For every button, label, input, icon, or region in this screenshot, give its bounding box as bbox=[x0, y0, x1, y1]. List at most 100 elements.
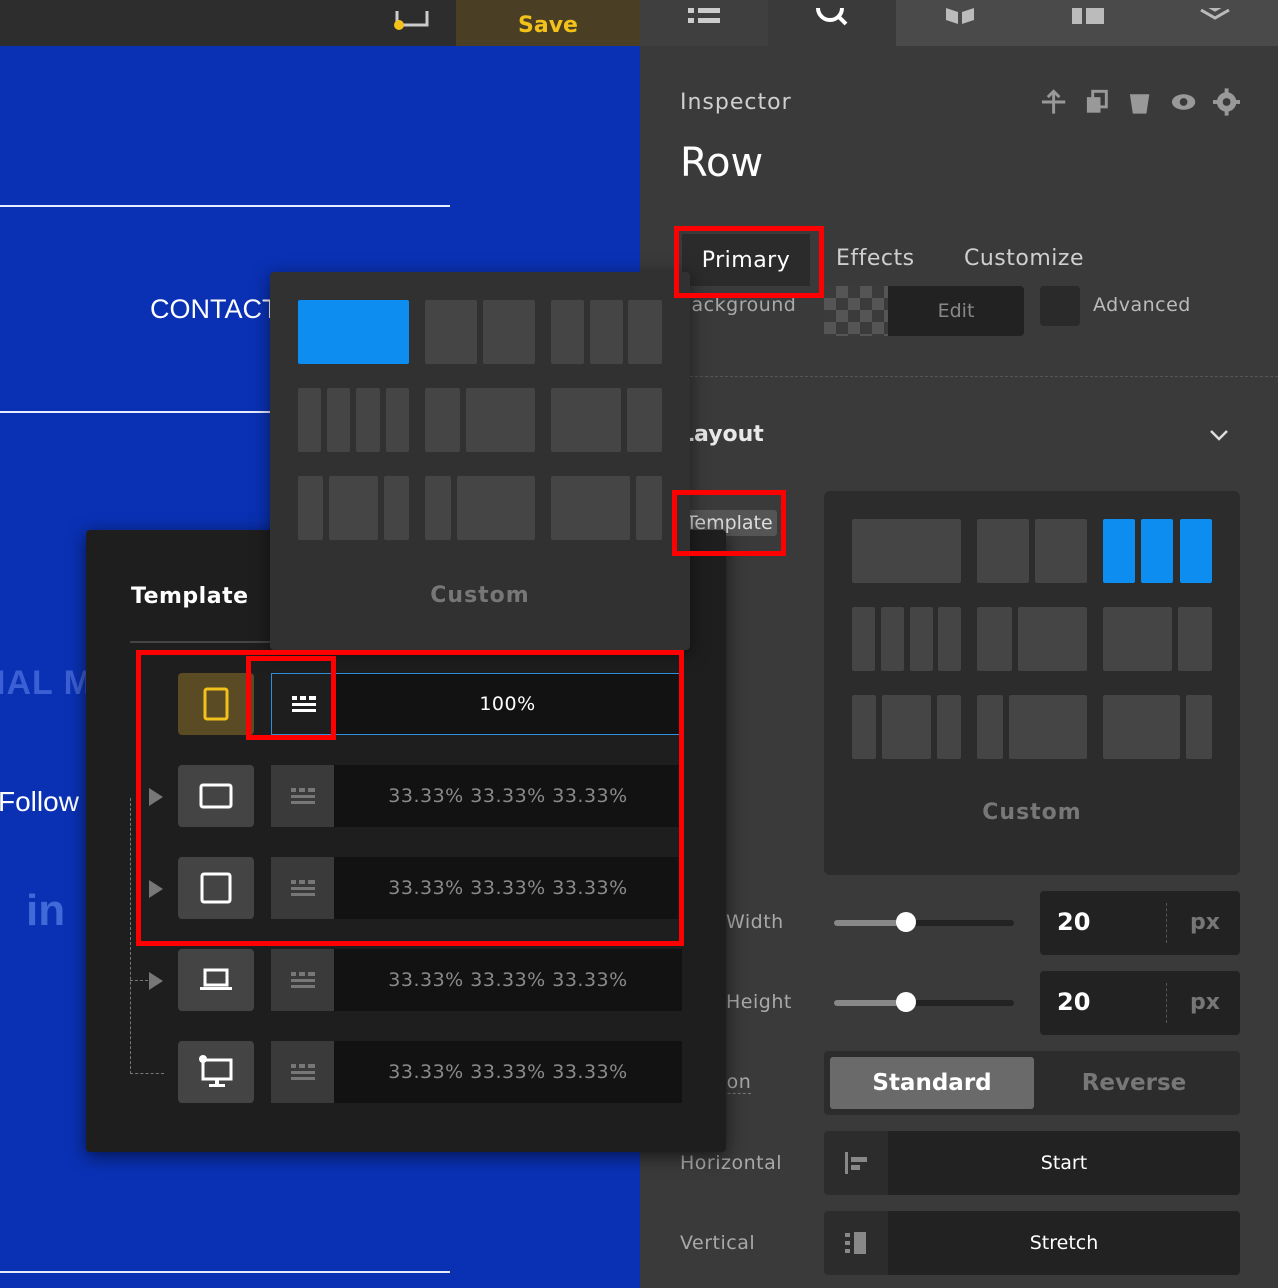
height-slider-thumb[interactable] bbox=[896, 992, 916, 1012]
move-up-icon[interactable] bbox=[1040, 88, 1067, 116]
template-option-3col[interactable] bbox=[1103, 519, 1135, 583]
save-button[interactable]: Save bbox=[456, 0, 640, 46]
template-option-3-1[interactable] bbox=[551, 476, 630, 540]
template-option-2col[interactable] bbox=[1035, 519, 1087, 583]
width-slider-thumb[interactable] bbox=[896, 912, 916, 932]
preview-toggle-icon[interactable] bbox=[384, 0, 434, 46]
template-option-1-2-1[interactable] bbox=[298, 476, 323, 540]
highlight-box bbox=[136, 650, 684, 946]
template-option-4col[interactable] bbox=[356, 388, 380, 452]
tab-effects[interactable]: Effects bbox=[836, 246, 915, 271]
template-custom-option[interactable]: Custom bbox=[270, 583, 690, 608]
background-edit-button[interactable]: Edit bbox=[888, 286, 1024, 336]
inspector-actions bbox=[1040, 88, 1241, 116]
template-option-3col[interactable] bbox=[1141, 519, 1173, 583]
search-icon[interactable] bbox=[768, 0, 896, 46]
template-option-1-2[interactable] bbox=[466, 388, 535, 452]
horizontal-select[interactable]: Start bbox=[888, 1131, 1240, 1195]
tab-customize[interactable]: Customize bbox=[964, 246, 1084, 271]
align-stretch-icon[interactable] bbox=[824, 1211, 888, 1275]
delete-icon[interactable] bbox=[1126, 88, 1153, 116]
template-option-2-1[interactable] bbox=[551, 388, 621, 452]
visibility-eye-icon[interactable] bbox=[1170, 88, 1197, 116]
device-desktop-button[interactable] bbox=[178, 1041, 254, 1103]
layout-panels-icon[interactable] bbox=[1024, 0, 1152, 46]
template-option-2-1[interactable] bbox=[627, 388, 662, 452]
desktop-icon bbox=[199, 1055, 233, 1087]
template-option-2col[interactable] bbox=[425, 300, 477, 364]
linkedin-icon[interactable]: in bbox=[26, 886, 65, 936]
template-option-1-3[interactable] bbox=[977, 695, 1003, 759]
template-option-1-3[interactable] bbox=[425, 476, 451, 540]
direction-standard-button[interactable]: Standard bbox=[830, 1057, 1034, 1109]
advanced-label: Advanced bbox=[1093, 294, 1191, 316]
template-option-2col[interactable] bbox=[977, 519, 1029, 583]
height-value: 20 bbox=[1057, 988, 1091, 1016]
width-value: 20 bbox=[1057, 908, 1091, 936]
template-option-3col[interactable] bbox=[628, 300, 662, 364]
background-swatch[interactable] bbox=[824, 286, 888, 336]
template-option-2col[interactable] bbox=[483, 300, 535, 364]
template-option-1-3[interactable] bbox=[1009, 695, 1087, 759]
template-option-1-2[interactable] bbox=[1018, 607, 1087, 671]
template-custom-option[interactable]: Custom bbox=[824, 800, 1240, 825]
template-option-3-1[interactable] bbox=[1103, 695, 1180, 759]
template-option-4col[interactable] bbox=[386, 388, 409, 452]
template-option-1col[interactable] bbox=[298, 300, 409, 364]
template-value-input[interactable]: 33.33% 33.33% 33.33% bbox=[334, 949, 682, 1011]
template-option-1-2-1[interactable] bbox=[852, 695, 876, 759]
width-label: Width bbox=[726, 911, 784, 933]
laptop-icon bbox=[200, 968, 232, 990]
library-icon[interactable] bbox=[896, 0, 1024, 46]
template-option-3col[interactable] bbox=[590, 300, 623, 364]
template-option-4col[interactable] bbox=[938, 607, 961, 671]
template-option-4col[interactable] bbox=[852, 607, 875, 671]
template-option-3col[interactable] bbox=[551, 300, 584, 364]
width-slider-track[interactable] bbox=[834, 920, 1014, 926]
height-slider-track[interactable] bbox=[834, 1000, 1014, 1006]
template-option-1col[interactable] bbox=[852, 519, 961, 583]
canvas-divider bbox=[0, 1271, 450, 1273]
grid-editor-icon[interactable] bbox=[271, 949, 335, 1011]
inspector-title: Inspector bbox=[680, 90, 792, 115]
template-option-1-2[interactable] bbox=[425, 388, 460, 452]
template-option-4col[interactable] bbox=[881, 607, 904, 671]
vertical-select[interactable]: Stretch bbox=[888, 1211, 1240, 1275]
width-unit[interactable]: px bbox=[1190, 910, 1220, 935]
settings-gear-icon[interactable] bbox=[1212, 88, 1241, 116]
template-option-4col[interactable] bbox=[327, 388, 350, 452]
template-option-2-1[interactable] bbox=[1103, 607, 1172, 671]
template-option-2-1[interactable] bbox=[1178, 607, 1212, 671]
section-divider bbox=[690, 376, 1278, 377]
template-option-3-1[interactable] bbox=[1186, 695, 1212, 759]
template-option-1-2-1[interactable] bbox=[937, 695, 961, 759]
template-option-3-1[interactable] bbox=[636, 476, 662, 540]
template-option-1-2-1[interactable] bbox=[384, 476, 409, 540]
template-option-1-2-1[interactable] bbox=[882, 695, 931, 759]
duplicate-icon[interactable] bbox=[1083, 88, 1110, 116]
tree-connector bbox=[130, 1073, 164, 1074]
template-value-input[interactable]: 33.33% 33.33% 33.33% bbox=[334, 1041, 682, 1103]
canvas-heading: IAL M bbox=[0, 664, 93, 702]
template-option-4col[interactable] bbox=[298, 388, 321, 452]
template-option-1-3[interactable] bbox=[457, 476, 535, 540]
popup-title-underline bbox=[130, 641, 280, 643]
grid-editor-icon[interactable] bbox=[271, 1041, 335, 1103]
template-option-3col[interactable] bbox=[1180, 519, 1212, 583]
height-unit[interactable]: px bbox=[1190, 990, 1220, 1015]
template-option-1-2-1[interactable] bbox=[329, 476, 378, 540]
height-label: Height bbox=[726, 991, 792, 1013]
highlight-box bbox=[246, 656, 336, 740]
direction-reverse-button[interactable]: Reverse bbox=[1034, 1057, 1234, 1109]
advanced-toggle[interactable] bbox=[1040, 286, 1080, 326]
layers-icon[interactable] bbox=[1152, 0, 1278, 46]
chevron-down-icon[interactable] bbox=[1206, 424, 1232, 446]
canvas-divider bbox=[0, 411, 270, 413]
template-option-4col[interactable] bbox=[910, 607, 933, 671]
navigator-list-icon[interactable] bbox=[640, 0, 768, 46]
align-start-icon[interactable] bbox=[824, 1131, 888, 1195]
canvas-contact-link[interactable]: CONTACT bbox=[150, 294, 279, 325]
caret-right-icon bbox=[149, 972, 163, 990]
device-laptop-button[interactable] bbox=[178, 949, 254, 1011]
template-option-1-2[interactable] bbox=[977, 607, 1012, 671]
